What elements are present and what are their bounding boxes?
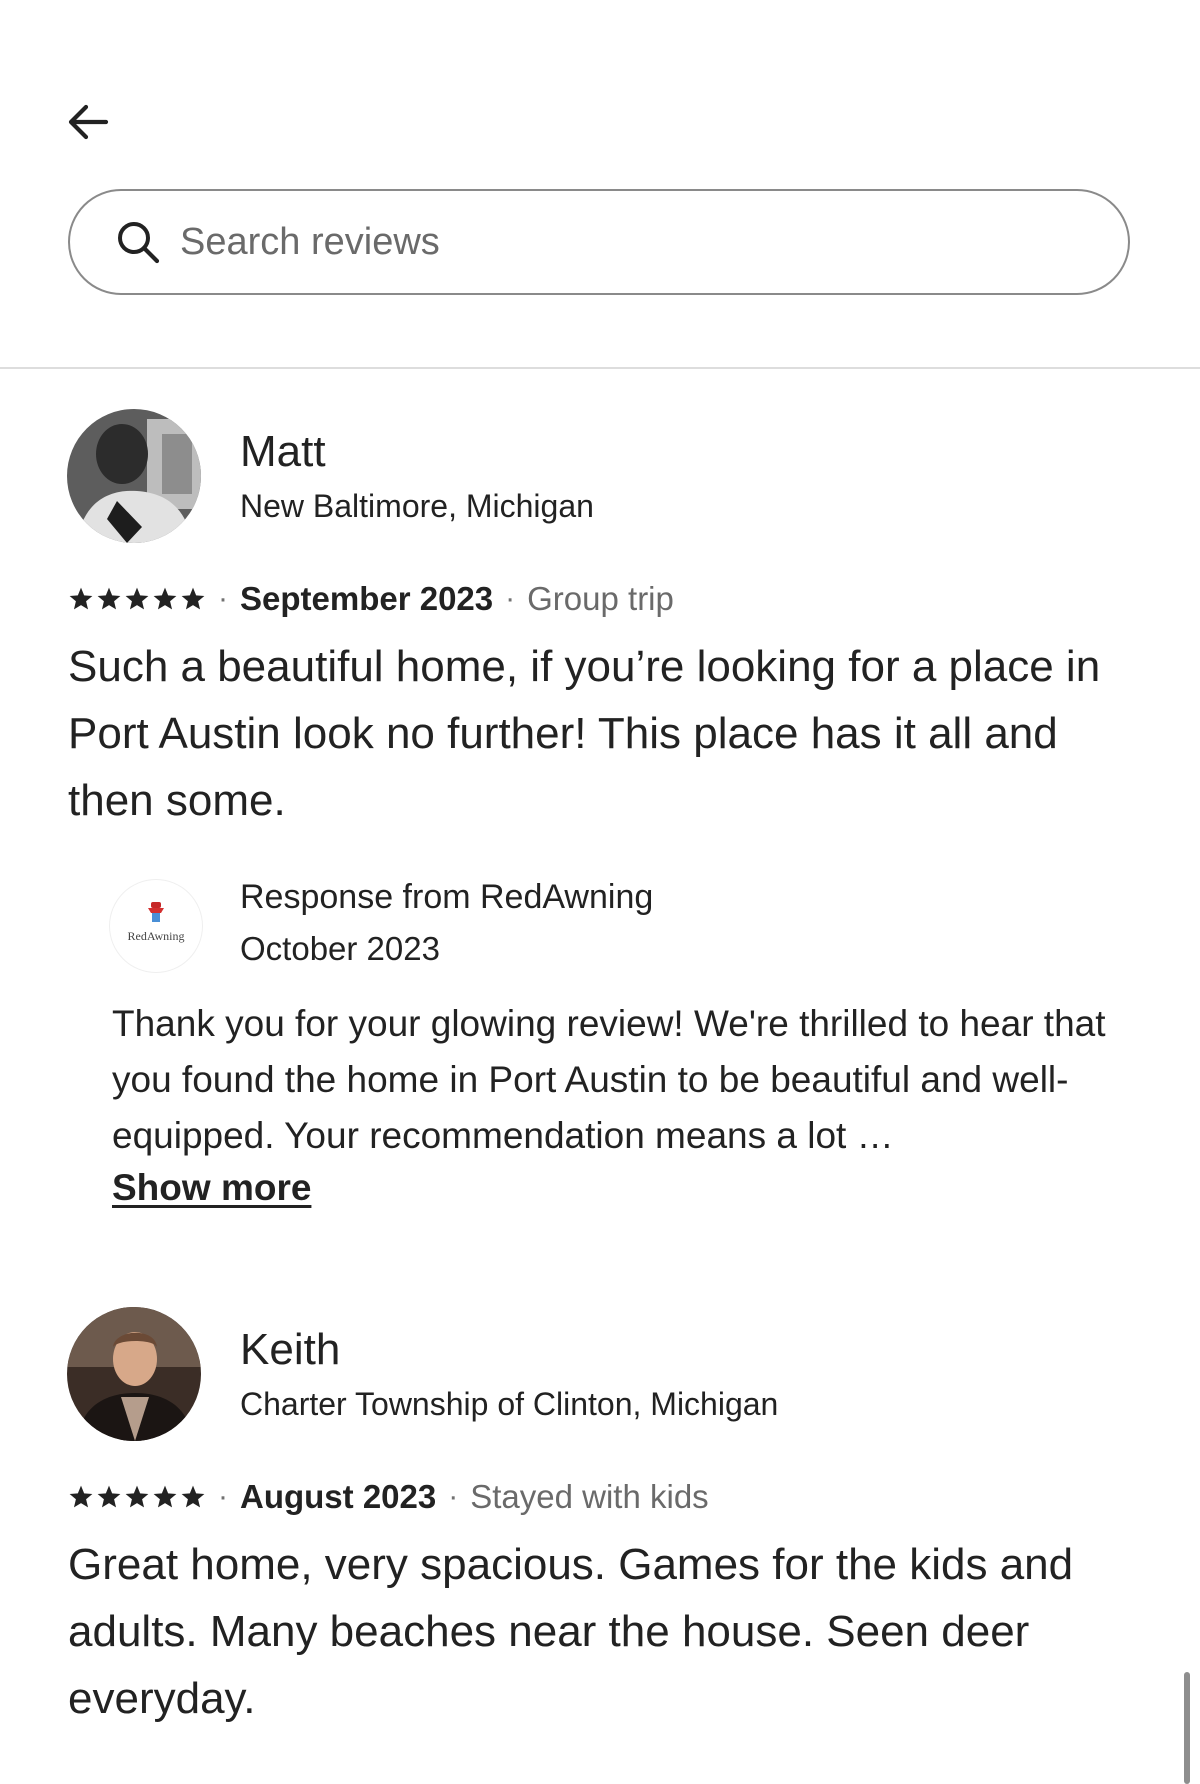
star-icon	[153, 587, 177, 610]
avatar[interactable]	[67, 409, 201, 543]
star-icon	[125, 587, 149, 610]
search-input[interactable]	[180, 220, 1080, 264]
reviewer-name: Matt	[240, 427, 326, 476]
back-button[interactable]	[64, 98, 112, 146]
response-text: Thank you for your glowing review! We're…	[112, 1003, 1106, 1156]
star-icon	[97, 1485, 121, 1508]
search-bar[interactable]	[68, 189, 1130, 295]
review-meta: · August 2023 · Stayed with kids	[68, 1475, 709, 1519]
star-rating	[68, 586, 206, 612]
divider	[0, 367, 1200, 369]
review-text: Great home, very spacious. Games for the…	[68, 1540, 1074, 1723]
response-title: Response from RedAwning	[240, 878, 654, 916]
separator-dot: ·	[218, 1480, 228, 1513]
star-icon	[69, 587, 93, 610]
svg-text:RedAwning: RedAwning	[128, 929, 185, 943]
scrollbar[interactable]	[1184, 1672, 1190, 1784]
avatar[interactable]	[67, 1307, 201, 1441]
response-date: October 2023	[240, 930, 440, 967]
review-date: September 2023	[240, 580, 494, 617]
reviewer-location: New Baltimore, Michigan	[240, 488, 594, 524]
star-icon	[181, 1485, 205, 1508]
review-meta: · September 2023 · Group trip	[68, 577, 674, 621]
reviewer-name: Keith	[240, 1325, 341, 1374]
search-icon	[114, 218, 162, 266]
separator-dot: ·	[218, 582, 228, 615]
reviewer-location: Charter Township of Clinton, Michigan	[240, 1386, 779, 1422]
separator-dot: ·	[505, 582, 516, 615]
star-icon	[153, 1485, 177, 1508]
star-rating	[68, 1484, 206, 1510]
trip-type: Stayed with kids	[470, 1478, 709, 1515]
show-more-link[interactable]: Show more	[112, 1167, 311, 1209]
trip-type: Group trip	[527, 580, 674, 617]
star-icon	[97, 587, 121, 610]
review-text: Such a beautiful home, if you’re looking…	[68, 642, 1101, 825]
star-icon	[69, 1485, 93, 1508]
arrow-left-icon	[64, 98, 112, 146]
separator-dot: ·	[448, 1480, 459, 1513]
review-date: August 2023	[240, 1478, 437, 1515]
star-icon	[125, 1485, 149, 1508]
star-icon	[181, 587, 205, 610]
host-logo: RedAwning	[110, 880, 202, 972]
